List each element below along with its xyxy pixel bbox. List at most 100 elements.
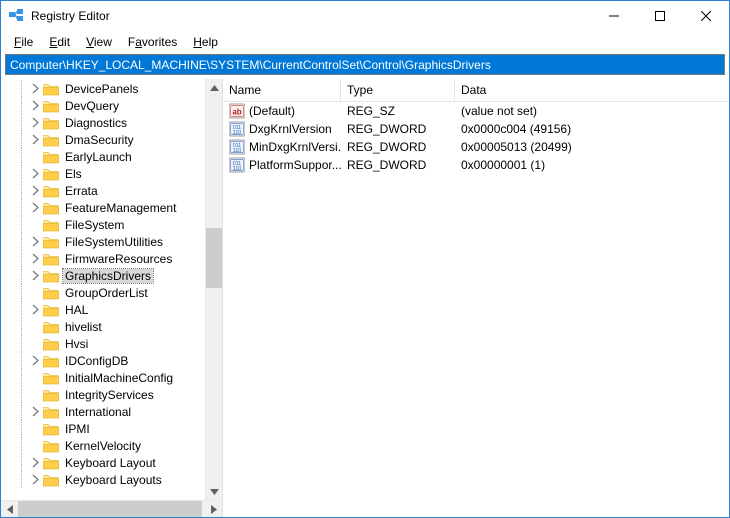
list-row[interactable]: (Default)REG_SZ(value not set)	[223, 102, 729, 120]
tree-item[interactable]: IDConfigDB	[1, 352, 205, 369]
tree-line	[21, 182, 25, 199]
tree-line	[21, 335, 25, 352]
chevron-right-icon[interactable]	[29, 269, 42, 282]
tree-item[interactable]: FileSystemUtilities	[1, 233, 205, 250]
tree-item[interactable]: International	[1, 403, 205, 420]
chevron-right-icon[interactable]	[29, 184, 42, 197]
chevron-right-icon[interactable]	[29, 354, 42, 367]
tree-line	[21, 454, 25, 471]
tree[interactable]: DevicePanelsDevQueryDiagnostics DmaSecuri…	[1, 79, 205, 500]
folder-icon	[43, 371, 59, 385]
tree-item-label: IntegrityServices	[63, 388, 156, 402]
chevron-right-icon[interactable]	[29, 371, 42, 384]
folder-icon	[43, 184, 59, 198]
chevron-right-icon[interactable]	[29, 218, 42, 231]
chevron-right-icon[interactable]	[29, 388, 42, 401]
chevron-right-icon[interactable]	[29, 405, 42, 418]
scroll-up-button[interactable]	[206, 79, 223, 96]
chevron-right-icon[interactable]	[29, 235, 42, 248]
column-type[interactable]: Type	[341, 79, 455, 101]
chevron-right-icon[interactable]	[29, 456, 42, 469]
menu-view[interactable]: View	[79, 33, 119, 51]
tree-item[interactable]: FirmwareResources	[1, 250, 205, 267]
chevron-right-icon[interactable]	[29, 150, 42, 163]
tree-horizontal-scrollbar[interactable]	[1, 500, 222, 517]
tree-item[interactable]: Keyboard Layout	[1, 454, 205, 471]
folder-icon	[43, 303, 59, 317]
folder-icon	[43, 167, 59, 181]
tree-item[interactable]: GroupOrderList	[1, 284, 205, 301]
chevron-right-icon[interactable]	[29, 473, 42, 486]
address-bar[interactable]: Computer\HKEY_LOCAL_MACHINE\SYSTEM\Curre…	[5, 54, 725, 75]
menu-favorites[interactable]: Favorites	[121, 33, 184, 51]
tree-item[interactable]: IntegrityServices	[1, 386, 205, 403]
menu-file[interactable]: File	[7, 33, 40, 51]
close-button[interactable]	[683, 1, 729, 31]
tree-item[interactable]: DmaSecurity	[1, 131, 205, 148]
scroll-thumb-h[interactable]	[18, 501, 202, 517]
scroll-right-button[interactable]	[205, 501, 222, 518]
tree-item-label: Keyboard Layout	[63, 456, 158, 470]
folder-icon	[43, 473, 59, 487]
tree-item[interactable]: IPMI	[1, 420, 205, 437]
tree-line	[21, 165, 25, 182]
tree-item[interactable]: Errata	[1, 182, 205, 199]
tree-line	[21, 471, 25, 488]
chevron-right-icon[interactable]	[29, 116, 42, 129]
menu-edit[interactable]: Edit	[42, 33, 77, 51]
tree-item[interactable]: FileSystem	[1, 216, 205, 233]
chevron-right-icon[interactable]	[29, 286, 42, 299]
chevron-right-icon[interactable]	[29, 82, 42, 95]
tree-item[interactable]: FeatureManagement	[1, 199, 205, 216]
minimize-button[interactable]	[591, 1, 637, 31]
tree-item[interactable]: KernelVelocity	[1, 437, 205, 454]
tree-line	[21, 148, 25, 165]
chevron-right-icon[interactable]	[29, 439, 42, 452]
tree-item-label: International	[63, 405, 133, 419]
tree-vertical-scrollbar[interactable]	[205, 79, 222, 500]
scroll-down-button[interactable]	[206, 483, 223, 500]
chevron-right-icon[interactable]	[29, 303, 42, 316]
list-body[interactable]: (Default)REG_SZ(value not set)DxgKrnlVer…	[223, 102, 729, 517]
tree-item-label: Keyboard Layouts	[63, 473, 164, 487]
tree-line	[21, 131, 25, 148]
folder-icon	[43, 218, 59, 232]
value-name-cell: (Default)	[223, 103, 341, 119]
tree-item[interactable]: InitialMachineConfig	[1, 369, 205, 386]
tree-item-label: Hvsi	[63, 337, 90, 351]
tree-item[interactable]: GraphicsDrivers	[1, 267, 205, 284]
menu-help[interactable]: Help	[186, 33, 225, 51]
tree-item[interactable]: hivelist	[1, 318, 205, 335]
scroll-thumb[interactable]	[206, 228, 223, 288]
chevron-right-icon[interactable]	[29, 337, 42, 350]
value-data-cell: 0x00000001 (1)	[455, 158, 729, 172]
chevron-right-icon[interactable]	[29, 422, 42, 435]
tree-item[interactable]: HAL	[1, 301, 205, 318]
tree-line	[21, 403, 25, 420]
chevron-right-icon[interactable]	[29, 201, 42, 214]
scroll-left-button[interactable]	[1, 501, 18, 518]
list-row[interactable]: MinDxgKrnlVersi...REG_DWORD0x00005013 (2…	[223, 138, 729, 156]
tree-item[interactable]: Diagnostics	[1, 114, 205, 131]
reg-binary-icon	[229, 121, 245, 137]
chevron-right-icon[interactable]	[29, 99, 42, 112]
list-row[interactable]: PlatformSuppor...REG_DWORD0x00000001 (1)	[223, 156, 729, 174]
tree-item[interactable]: EarlyLaunch	[1, 148, 205, 165]
scroll-track[interactable]	[206, 96, 223, 483]
tree-item[interactable]: DevicePanels	[1, 80, 205, 97]
list-row[interactable]: DxgKrnlVersionREG_DWORD0x0000c004 (49156…	[223, 120, 729, 138]
tree-item[interactable]: Hvsi	[1, 335, 205, 352]
chevron-right-icon[interactable]	[29, 133, 42, 146]
maximize-button[interactable]	[637, 1, 683, 31]
tree-item[interactable]: Els	[1, 165, 205, 182]
tree-line	[21, 250, 25, 267]
tree-line	[21, 318, 25, 335]
tree-item-label: DmaSecurity	[63, 133, 136, 147]
tree-item[interactable]: Keyboard Layouts	[1, 471, 205, 488]
column-data[interactable]: Data	[455, 79, 729, 101]
column-name[interactable]: Name	[223, 79, 341, 101]
chevron-right-icon[interactable]	[29, 252, 42, 265]
chevron-right-icon[interactable]	[29, 167, 42, 180]
tree-item[interactable]: DevQuery	[1, 97, 205, 114]
chevron-right-icon[interactable]	[29, 320, 42, 333]
